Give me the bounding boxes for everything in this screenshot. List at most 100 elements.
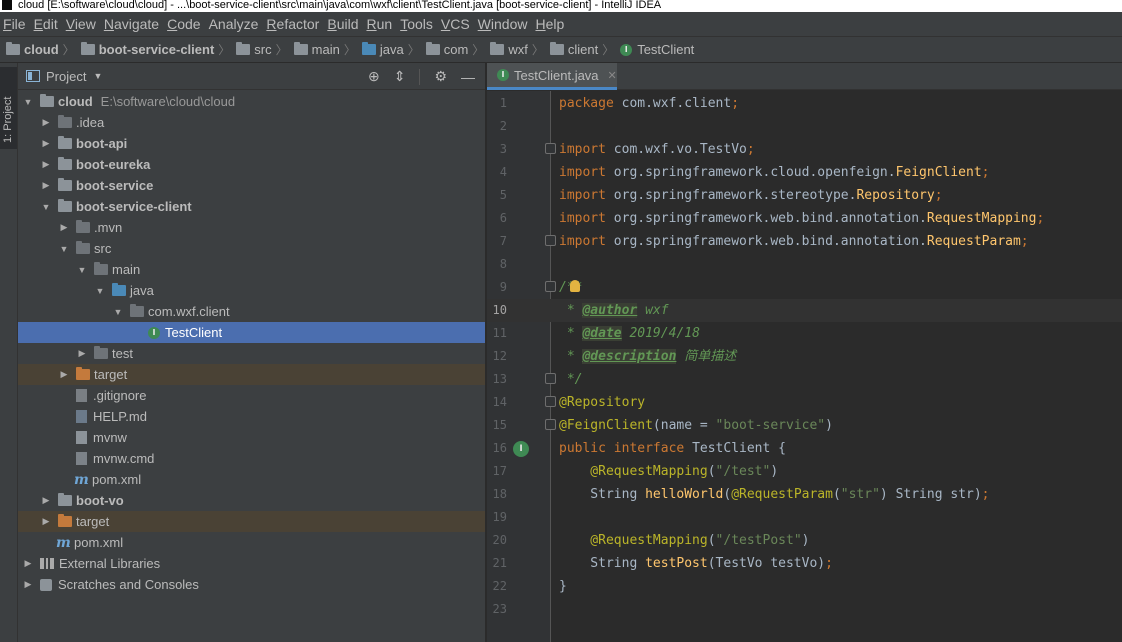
chevron-right-icon: 〉 (531, 43, 544, 57)
tree-item-boot-eureka[interactable]: ▶ boot-eureka (18, 154, 485, 175)
tree-item-target[interactable]: ▶ target (18, 364, 485, 385)
gear-icon[interactable]: ⚙ (434, 68, 447, 85)
close-icon[interactable]: ✕ (608, 69, 617, 82)
expand-arrow-icon[interactable]: ▼ (76, 265, 88, 275)
menu-refactor[interactable]: Refactor (263, 16, 324, 32)
tree-item-boot-api[interactable]: ▶ boot-api (18, 133, 485, 154)
expand-arrow-icon[interactable]: ▼ (58, 244, 70, 254)
locate-icon[interactable]: ⊕ (368, 68, 380, 85)
expand-arrow-icon[interactable]: ▼ (94, 286, 106, 296)
code-line: 13 */ (492, 372, 583, 387)
menu-tools[interactable]: Tools (397, 16, 438, 32)
tree-item-help-md[interactable]: HELP.md (18, 406, 485, 427)
collapse-arrow-icon[interactable]: ▶ (40, 138, 52, 149)
expand-arrow-icon[interactable]: ▼ (22, 97, 34, 107)
tree-item-package[interactable]: ▼ com.wxf.client (18, 301, 485, 322)
maven-icon: m (74, 471, 89, 488)
expand-arrow-icon[interactable]: ▼ (40, 202, 52, 212)
tree-item-root-pom-xml[interactable]: m pom.xml (18, 532, 485, 553)
tree-item-src[interactable]: ▼ src (18, 238, 485, 259)
menu-view[interactable]: View (63, 16, 101, 32)
expand-arrow-icon[interactable]: ▼ (112, 307, 124, 317)
collapse-arrow-icon[interactable]: ▶ (22, 558, 34, 569)
code-line-current: 10 * @author wxf (487, 299, 1122, 322)
minimize-icon[interactable]: — (461, 69, 475, 85)
tree-item-boot-service[interactable]: ▶ boot-service (18, 175, 485, 196)
chevron-right-icon: 〉 (407, 43, 420, 57)
collapse-arrow-icon[interactable]: ▶ (40, 516, 52, 527)
chevron-right-icon: 〉 (472, 43, 485, 57)
editor-tab-bar: I TestClient.java ✕ (487, 63, 1122, 90)
menu-window[interactable]: Window (475, 16, 533, 32)
fold-marker-icon[interactable] (545, 373, 556, 384)
breadcrumb-cloud[interactable]: cloud 〉 (6, 41, 81, 58)
breadcrumb-client[interactable]: client 〉 (549, 41, 620, 58)
interface-icon: I (148, 326, 160, 339)
collapse-arrow-icon[interactable]: ▶ (40, 117, 52, 128)
tree-item-boot-vo[interactable]: ▶ boot-vo (18, 490, 485, 511)
breadcrumb-wxf[interactable]: wxf 〉 (490, 41, 550, 58)
fold-marker-icon[interactable] (545, 396, 556, 407)
tree-item-main[interactable]: ▼ main (18, 259, 485, 280)
editor-tab-testclient[interactable]: I TestClient.java ✕ (487, 63, 617, 90)
project-view-selector[interactable]: Project (46, 69, 86, 84)
tree-item-java[interactable]: ▼ java (18, 280, 485, 301)
menu-edit[interactable]: Edit (31, 16, 63, 32)
tree-item-testclient[interactable]: I TestClient (18, 322, 485, 343)
tree-item-boot-service-client[interactable]: ▼ boot-service-client (18, 196, 485, 217)
chevron-right-icon: 〉 (602, 43, 615, 57)
collapse-arrow-icon[interactable]: ▶ (22, 579, 34, 590)
tree-item-mvnw-cmd[interactable]: mvnw.cmd (18, 448, 485, 469)
collapse-arrow-icon[interactable]: ▶ (40, 180, 52, 191)
menu-file[interactable]: File (0, 16, 31, 32)
tree-item-scratches[interactable]: ▶ Scratches and Consoles (18, 574, 485, 595)
menu-code[interactable]: Code (164, 16, 205, 32)
tree-item-external-libraries[interactable]: ▶ External Libraries (18, 553, 485, 574)
menu-help[interactable]: Help (532, 16, 569, 32)
code-line: 17 @RequestMapping("/test") (492, 464, 779, 479)
breadcrumb-testclient[interactable]: I TestClient (620, 42, 694, 57)
folder-icon (58, 115, 72, 128)
collapse-all-icon[interactable]: ⇕ (394, 68, 406, 85)
collapse-arrow-icon[interactable]: ▶ (58, 369, 70, 380)
tree-item-mvn[interactable]: ▶ .mvn (18, 217, 485, 238)
collapse-arrow-icon[interactable]: ▶ (40, 495, 52, 506)
tree-item-mvnw[interactable]: mvnw (18, 427, 485, 448)
tree-item-test[interactable]: ▶ test (18, 343, 485, 364)
tree-item-cloud[interactable]: ▼ cloud E:\software\cloud\cloud (18, 91, 485, 112)
breadcrumb-boot-service-client[interactable]: boot-service-client 〉 (80, 41, 237, 58)
interface-icon: I (620, 43, 633, 56)
breadcrumb-main[interactable]: main 〉 (293, 41, 362, 58)
menu-build[interactable]: Build (324, 16, 363, 32)
libraries-icon (40, 558, 54, 569)
tree-item-pom-xml[interactable]: m pom.xml (18, 469, 485, 490)
module-folder-icon (58, 157, 72, 170)
lightbulb-icon[interactable] (570, 280, 580, 292)
tree-item-root-target[interactable]: ▶ target (18, 511, 485, 532)
collapse-arrow-icon[interactable]: ▶ (76, 348, 88, 359)
breadcrumb-java[interactable]: java 〉 (361, 41, 426, 58)
fold-marker-icon[interactable] (545, 143, 556, 154)
fold-marker-icon[interactable] (545, 281, 556, 292)
breadcrumb-src[interactable]: src 〉 (236, 41, 293, 58)
breadcrumb-com[interactable]: com 〉 (425, 41, 491, 58)
menu-navigate[interactable]: Navigate (101, 16, 164, 32)
collapse-arrow-icon[interactable]: ▶ (40, 159, 52, 170)
tree-item-idea[interactable]: ▶ .idea (18, 112, 485, 133)
collapse-arrow-icon[interactable]: ▶ (58, 222, 70, 233)
fold-marker-icon[interactable] (545, 419, 556, 430)
menu-run[interactable]: Run (363, 16, 397, 32)
implemented-interface-gutter-icon[interactable]: I (513, 441, 529, 457)
chevron-down-icon[interactable]: ▼ (93, 71, 102, 81)
project-tool-window-tab[interactable]: 1: Project (0, 67, 17, 149)
menu-vcs[interactable]: VCS (438, 16, 475, 32)
intellij-app-icon (2, 0, 12, 10)
code-editor[interactable]: 1 package com.wxf.client; 2 3 import com.w… (487, 91, 1122, 642)
fold-marker-icon[interactable] (545, 235, 556, 246)
code-line: 3 import com.wxf.vo.TestVo; (499, 142, 755, 157)
source-folder-icon (361, 42, 376, 55)
tree-item-gitignore[interactable]: .gitignore (18, 385, 485, 406)
menu-analyze[interactable]: Analyze (206, 16, 264, 32)
code-line: 23 (492, 602, 507, 616)
code-line: 20 @RequestMapping("/testPost") (492, 533, 810, 548)
